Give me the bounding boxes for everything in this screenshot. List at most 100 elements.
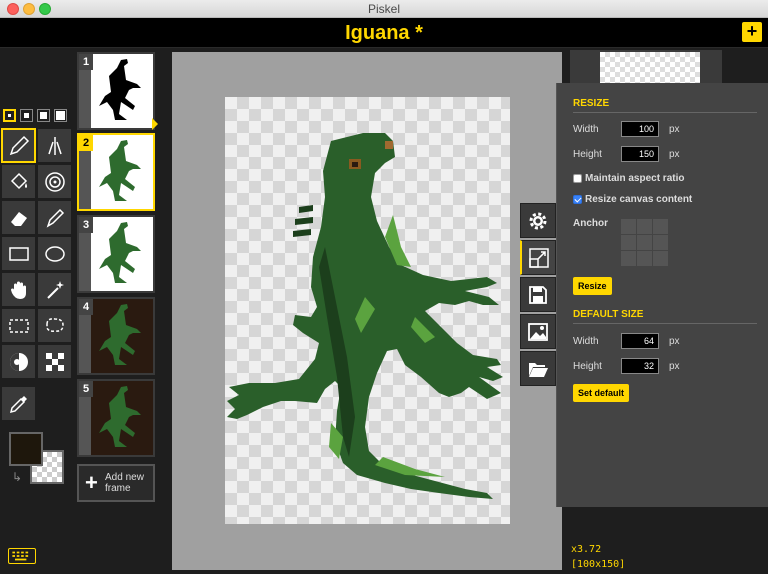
section-divider (573, 112, 757, 113)
stroke-tool[interactable] (37, 200, 72, 235)
iguana-silhouette-thumbnail (99, 59, 141, 120)
move-tool[interactable] (1, 272, 36, 307)
resize-width-label: Width (573, 124, 599, 135)
resize-section-title: RESIZE (573, 98, 610, 109)
mirror-pen-icon (47, 136, 62, 155)
maintain-aspect-ratio-checkbox[interactable] (573, 174, 582, 183)
lasso-icon (45, 317, 64, 332)
lighten-tool[interactable] (1, 344, 36, 379)
vertical-mirror-pen-tool[interactable] (37, 128, 72, 163)
pen-size-4[interactable] (54, 109, 67, 122)
add-new-frame-button[interactable]: + Add new frame (77, 464, 155, 502)
iguana-green-thumbnail (99, 140, 141, 201)
rectangle-icon (8, 246, 29, 261)
document-title[interactable]: Iguana * (0, 22, 768, 45)
gear-icon (529, 212, 547, 229)
resize-width-input[interactable]: 100 (621, 121, 659, 137)
primary-color-swatch[interactable] (9, 432, 43, 466)
settings-tab-save[interactable] (520, 277, 556, 312)
eraser-icon (10, 211, 27, 226)
set-default-button[interactable]: Set default (573, 384, 630, 402)
frame-number: 5 (79, 381, 94, 397)
pen-size-2[interactable] (20, 109, 33, 122)
rectangle-tool[interactable] (1, 236, 36, 271)
frame-tile-3[interactable]: 3 (77, 215, 155, 293)
resize-height-label: Height (573, 149, 602, 160)
unit-label: px (669, 124, 680, 135)
default-width-label: Width (573, 336, 599, 347)
frame-thumbnail (91, 299, 153, 373)
keyboard-shortcuts-icon[interactable] (8, 548, 36, 564)
paint-bucket-tool[interactable] (1, 164, 36, 199)
frame-tile-1[interactable]: 1 (77, 52, 155, 130)
eyedropper-icon (9, 395, 27, 413)
dithering-tool[interactable] (37, 344, 72, 379)
eraser-tool[interactable] (1, 200, 36, 235)
default-width-input[interactable]: 64 (621, 333, 659, 349)
settings-tab-import[interactable] (520, 351, 556, 386)
window-titlebar: Piskel (0, 0, 768, 18)
settings-tab-resize[interactable] (520, 240, 556, 275)
paint-same-color-tool[interactable] (37, 164, 72, 199)
settings-tab-export[interactable] (520, 314, 556, 349)
folder-open-icon (529, 362, 548, 377)
unit-label: px (669, 336, 680, 347)
lighten-icon (9, 352, 28, 371)
resize-canvas-content-checkbox[interactable] (573, 195, 582, 204)
resize-canvas-content-label[interactable]: Resize canvas content (585, 194, 692, 205)
default-size-section-title: DEFAULT SIZE (573, 309, 644, 320)
frame-tile-4[interactable]: 4 (77, 297, 155, 375)
floppy-disk-icon (529, 285, 547, 304)
default-height-input[interactable]: 32 (621, 358, 659, 374)
anchor-middle-center[interactable] (637, 235, 652, 250)
keyboard-glyph (12, 551, 29, 561)
canvas-dimensions: [100x150] (571, 559, 626, 570)
circle-tool[interactable] (37, 236, 72, 271)
frame-number: 1 (79, 54, 94, 70)
iguana-dark-thumbnail (99, 386, 141, 447)
frame-thumbnail (91, 381, 153, 455)
settings-tab-preferences[interactable] (520, 203, 556, 238)
anchor-top-left[interactable] (621, 219, 636, 234)
resize-height-input[interactable]: 150 (621, 146, 659, 162)
maintain-aspect-ratio-label[interactable]: Maintain aspect ratio (585, 173, 684, 184)
unit-label: px (669, 149, 680, 160)
magic-wand-icon (46, 280, 64, 299)
drawing-canvas[interactable] (225, 97, 510, 524)
anchor-middle-left[interactable] (621, 235, 636, 250)
anchor-bottom-left[interactable] (621, 251, 636, 266)
anchor-top-right[interactable] (653, 219, 668, 234)
stroke-icon (46, 208, 64, 228)
anchor-label: Anchor (573, 218, 608, 229)
frame-tile-5[interactable]: 5 (77, 379, 155, 457)
shape-selection-tool[interactable] (37, 272, 72, 307)
frame-number: 4 (79, 299, 94, 315)
frame-thumbnail (91, 54, 153, 128)
checkerboard-icon (45, 352, 64, 371)
anchor-middle-right[interactable] (653, 235, 668, 250)
image-icon (528, 322, 548, 341)
swap-colors-icon[interactable]: ↳ (12, 470, 22, 484)
target-icon (44, 171, 65, 192)
iguana-dark-thumbnail (99, 304, 141, 365)
new-piskel-button[interactable]: + (742, 22, 762, 42)
paint-bucket-icon (10, 172, 27, 189)
pen-tool[interactable] (1, 128, 36, 163)
anchor-bottom-right[interactable] (653, 251, 668, 266)
resize-button[interactable]: Resize (573, 277, 612, 295)
default-height-label: Height (573, 361, 602, 372)
frame-tile-2[interactable]: 2 (77, 133, 155, 211)
pen-size-1[interactable] (3, 109, 16, 122)
anchor-bottom-center[interactable] (637, 251, 652, 266)
anchor-top-center[interactable] (637, 219, 652, 234)
zoom-level: x3.72 (571, 544, 602, 555)
app-header: Iguana * + (0, 18, 768, 48)
section-divider (573, 323, 757, 324)
lasso-selection-tool[interactable] (37, 308, 72, 343)
pen-size-3[interactable] (37, 109, 50, 122)
unit-label: px (669, 361, 680, 372)
rectangle-selection-tool[interactable] (1, 308, 36, 343)
iguana-green-thumbnail (99, 222, 141, 283)
rectangle-selection-icon (8, 318, 29, 333)
color-picker-tool[interactable] (1, 386, 36, 421)
